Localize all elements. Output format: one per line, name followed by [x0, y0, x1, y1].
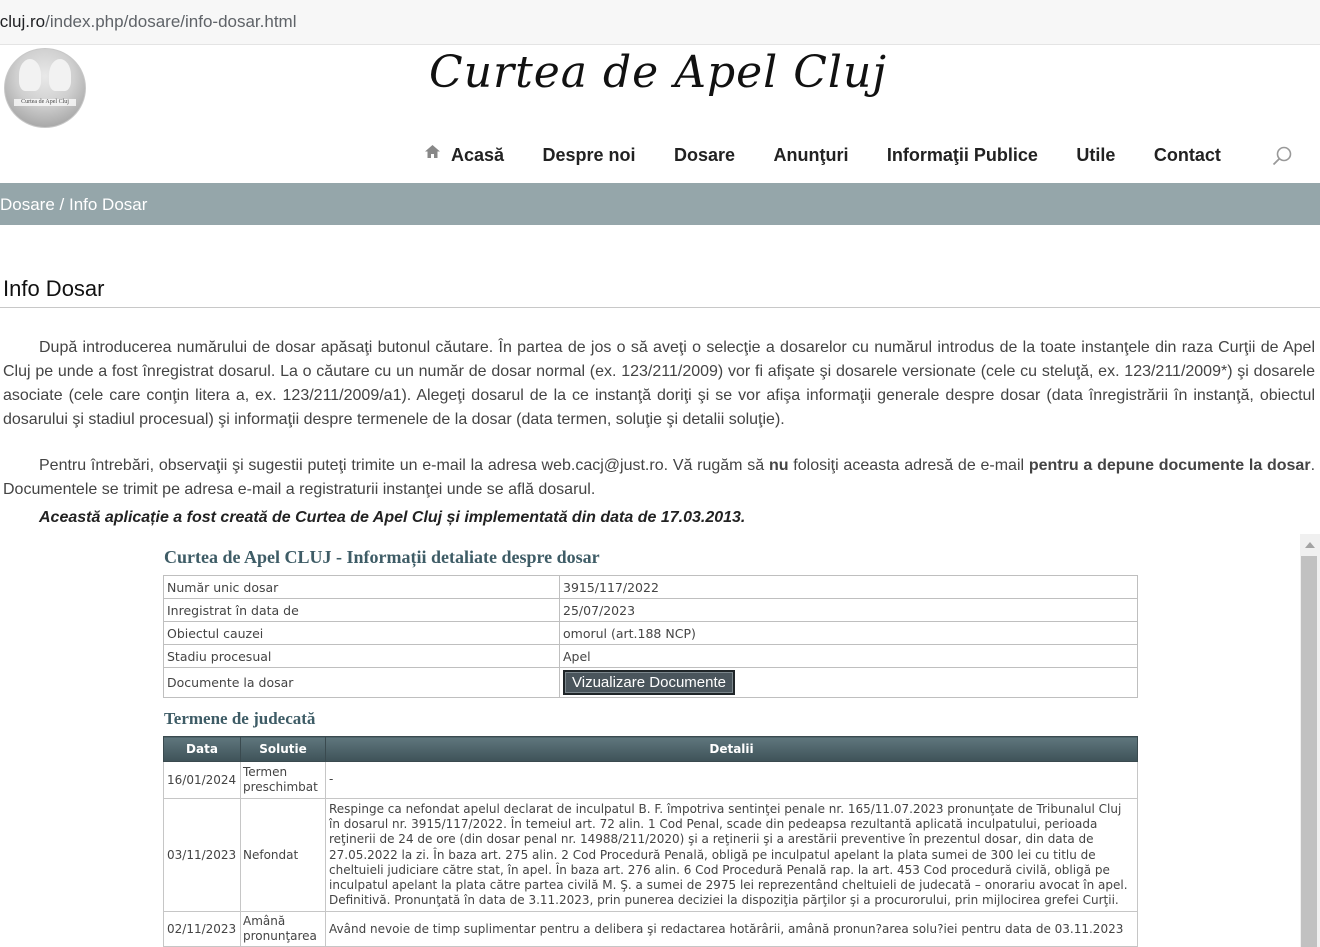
title-divider	[0, 307, 1320, 308]
table-row: Inregistrat în data de 25/07/2023	[163, 598, 1138, 622]
column-header-date: Data	[163, 736, 241, 762]
frame-scrollbar[interactable]	[1300, 534, 1320, 947]
column-header-details: Detalii	[325, 736, 1138, 762]
page-title: Info Dosar	[3, 276, 105, 301]
hearing-date: 03/11/2023	[163, 797, 241, 913]
terms-title: Termene de judecată	[164, 709, 316, 728]
app-note: Această aplicație a fost creată de Curte…	[39, 509, 746, 526]
detail-key: Inregistrat în data de	[163, 598, 560, 622]
column-header-solution: Solutie	[240, 736, 326, 762]
main-nav: Acasă Despre noi Dosare Anunţuri Informa…	[424, 144, 1255, 167]
site-title: Curtea de Apel Cluj	[429, 47, 887, 98]
intro-paragraph: După introducerea numărului de dosar apă…	[3, 339, 1315, 428]
detail-value: Vizualizare Documente	[559, 667, 1138, 698]
breadcrumb: Dosare / Info Dosar	[0, 183, 1320, 225]
detail-key: Documente la dosar	[163, 667, 560, 698]
detail-key: Obiectul cauzei	[163, 621, 560, 645]
nav-item-despre-noi[interactable]: Despre noi	[543, 145, 636, 166]
table-row: Obiectul cauzei omorul (art.188 NCP)	[163, 621, 1138, 645]
hearing-solution: Nefondat	[240, 797, 326, 913]
nav-item-contact[interactable]: Contact	[1154, 145, 1221, 166]
table-row: 03/11/2023 Nefondat Respinge ca nefondat…	[163, 797, 1138, 913]
logo-caption: Curtea de Apel Cluj	[14, 99, 76, 106]
detail-value: 25/07/2023	[559, 598, 1138, 622]
hearing-solution: Termen preschimbat	[240, 761, 326, 799]
table-row: Număr unic dosar 3915/117/2022	[163, 575, 1138, 599]
detail-key: Stadiu procesual	[163, 644, 560, 668]
hearing-details: -	[325, 761, 1138, 799]
nav-item-anunturi[interactable]: Anunţuri	[773, 145, 848, 166]
nav-item-acasa[interactable]: Acasă	[451, 145, 504, 166]
hearing-date: 02/11/2023	[163, 911, 241, 947]
case-details-table: Număr unic dosar 3915/117/2022 Inregistr…	[163, 575, 1138, 698]
table-row: Documente la dosar Vizualizare Documente	[163, 667, 1138, 698]
site-header: Curtea de Apel Cluj Curtea de Apel Cluj …	[0, 45, 1320, 185]
hearing-details: Având nevoie de timp suplimentar pentru …	[325, 911, 1138, 947]
detail-value: 3915/117/2022	[559, 575, 1138, 599]
scrollbar-thumb[interactable]	[1301, 556, 1317, 947]
nav-item-informatii-publice[interactable]: Informaţii Publice	[887, 145, 1038, 166]
nav-item-utile[interactable]: Utile	[1076, 145, 1115, 166]
hearing-date: 16/01/2024	[163, 761, 241, 799]
detail-value: Apel	[559, 644, 1138, 668]
breadcrumb-text: Dosare / Info Dosar	[0, 195, 148, 214]
hearing-solution: Amână pronunţarea	[240, 911, 326, 947]
hearings-table: Data Solutie Detalii 16/01/2024 Termen p…	[163, 736, 1138, 947]
detail-value: omorul (art.188 NCP)	[559, 621, 1138, 645]
case-info-frame[interactable]: Curtea de Apel CLUJ - Informații detalia…	[0, 534, 1300, 947]
home-icon[interactable]	[424, 144, 441, 164]
search-icon[interactable]	[1271, 145, 1293, 167]
table-row: 02/11/2023 Amână pronunţarea Având nevoi…	[163, 911, 1138, 947]
table-header-row: Data Solutie Detalii	[163, 736, 1138, 762]
detail-key: Număr unic dosar	[163, 575, 560, 599]
table-row: 16/01/2024 Termen preschimbat -	[163, 761, 1138, 799]
view-documents-button[interactable]: Vizualizare Documente	[563, 670, 735, 695]
contact-paragraph: Pentru întrebări, observaţii şi sugestii…	[3, 457, 1316, 498]
browser-address-bar[interactable]: lcluj.ro/index.php/dosare/info-dosar.htm…	[0, 0, 1320, 45]
table-row: Stadiu procesual Apel	[163, 644, 1138, 668]
nav-item-dosare[interactable]: Dosare	[674, 145, 735, 166]
details-title: Curtea de Apel CLUJ - Informații detalia…	[164, 547, 600, 567]
url-text[interactable]: lcluj.ro/index.php/dosare/info-dosar.htm…	[0, 12, 297, 32]
hearing-details: Respinge ca nefondat apelul declarat de …	[325, 797, 1138, 913]
scroll-up-icon[interactable]	[1305, 542, 1315, 548]
